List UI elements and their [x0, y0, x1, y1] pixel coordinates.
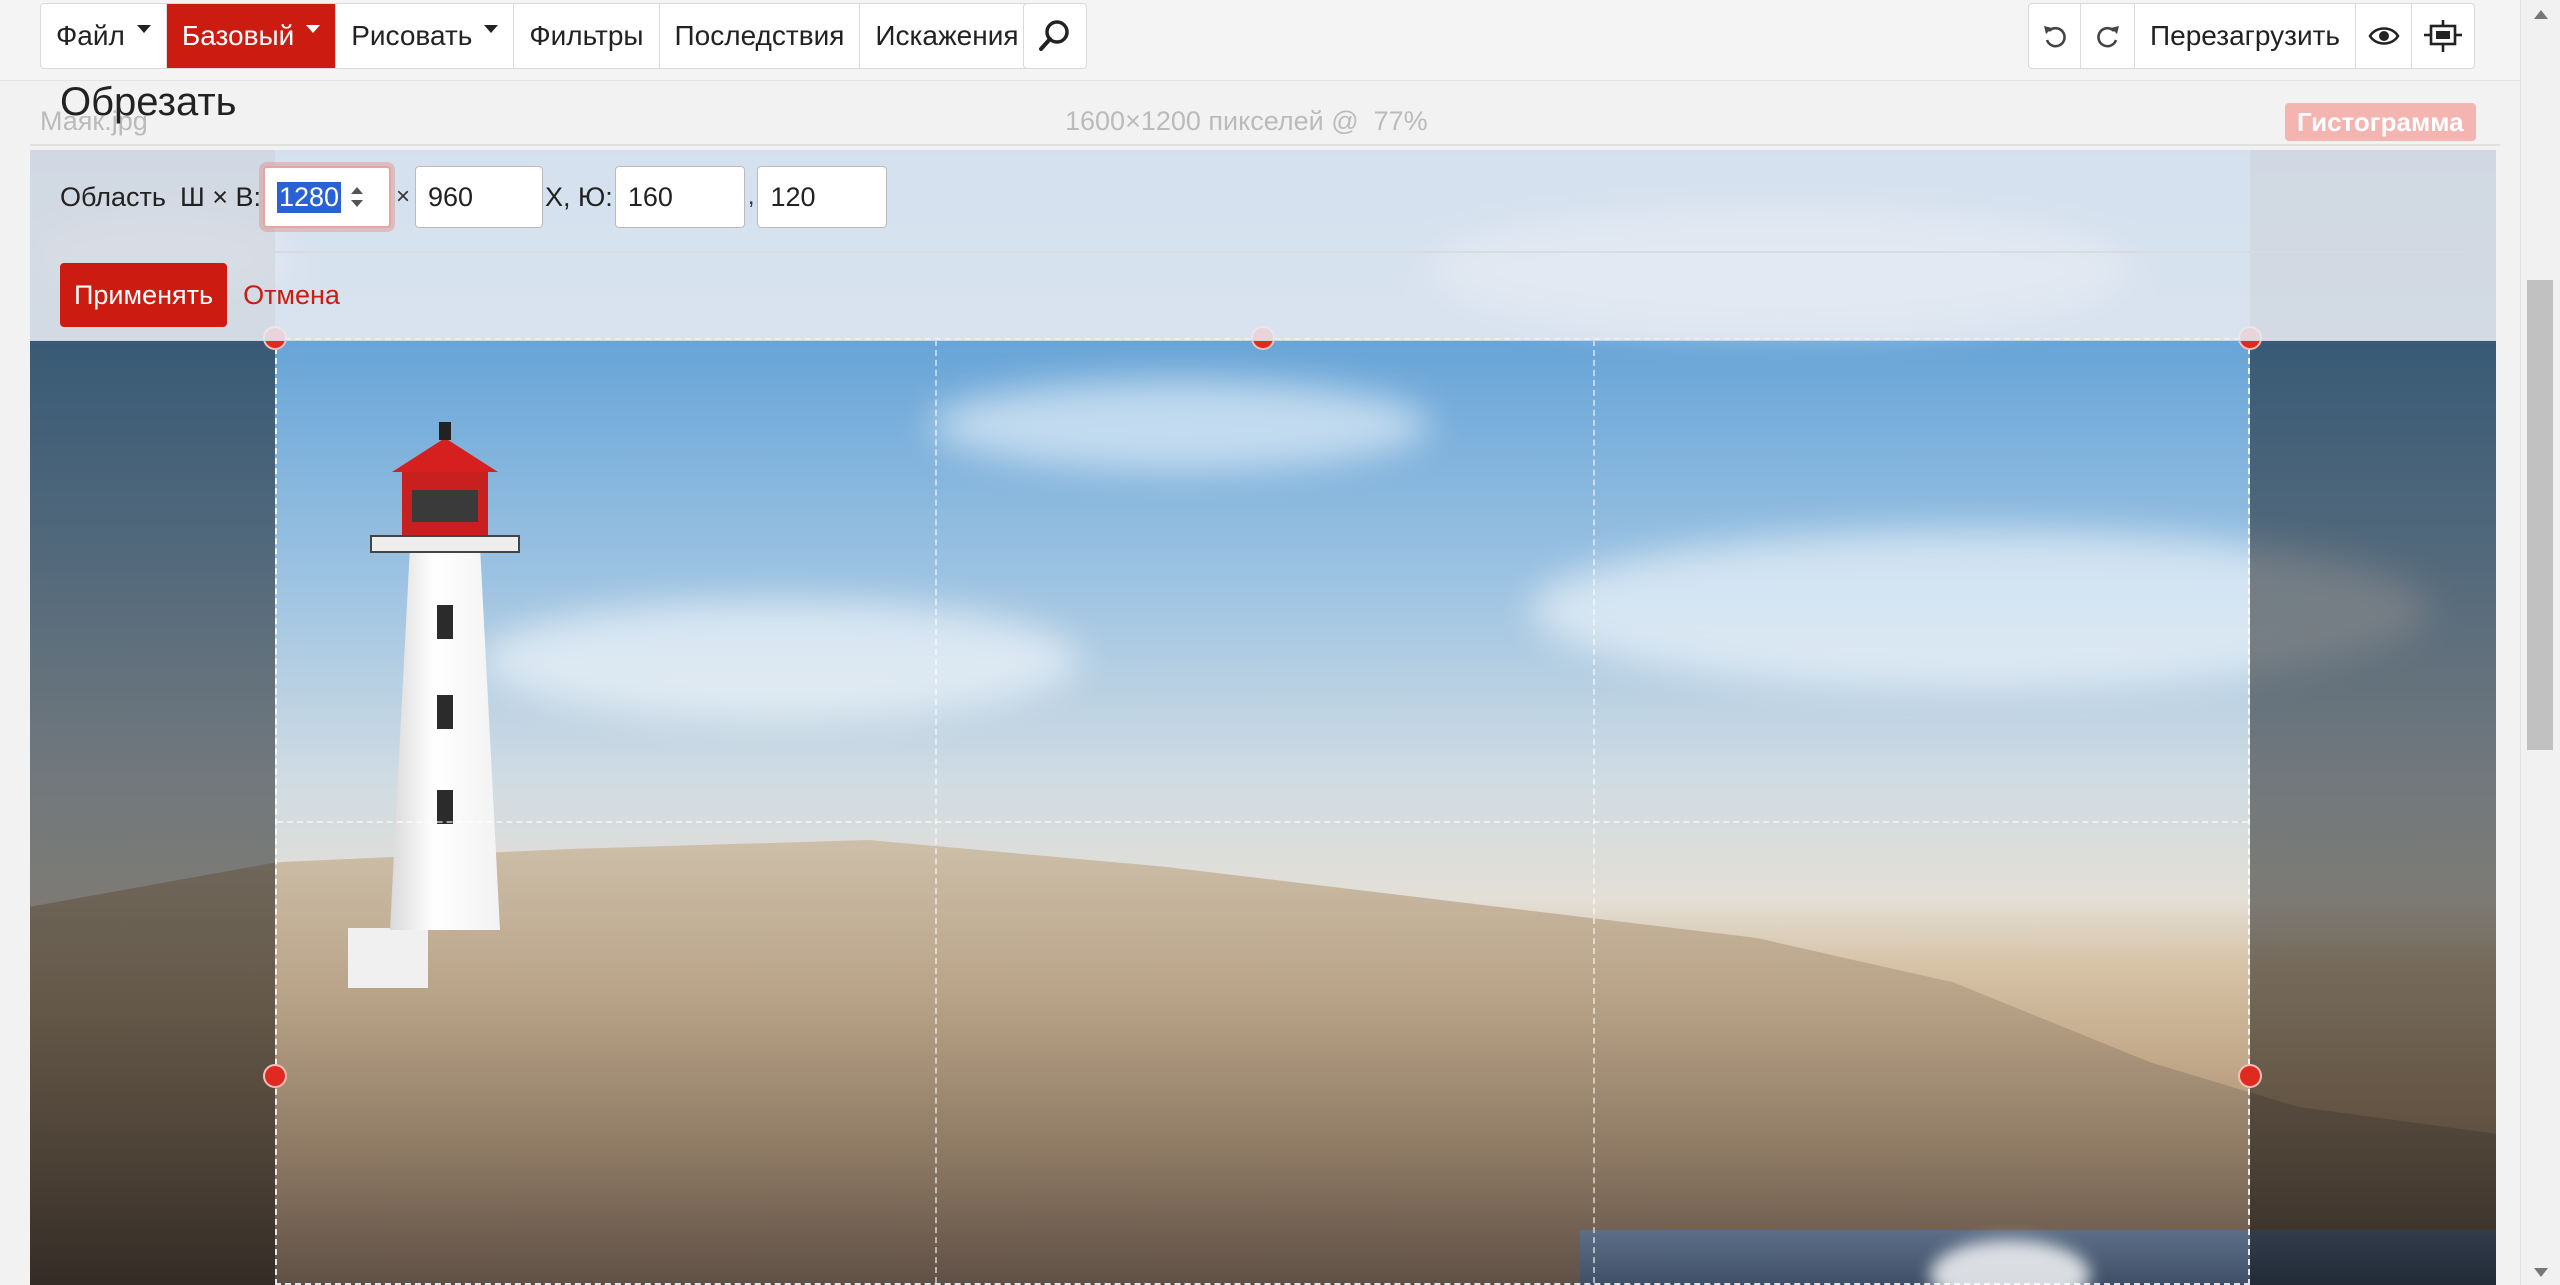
menu-effects[interactable]: Последствия	[660, 4, 861, 68]
right-toolbar: Перезагрузить	[2028, 3, 2475, 69]
undo-button[interactable]	[2029, 4, 2081, 68]
scroll-up-icon[interactable]	[2534, 10, 2548, 19]
crop-handle-left[interactable]	[263, 1064, 287, 1088]
chevron-down-icon	[484, 25, 499, 33]
image-dimensions: 1600×1200 пикселей @ 77%	[1065, 106, 1428, 137]
menu-draw-label: Рисовать	[351, 20, 473, 51]
eye-icon	[2367, 27, 2400, 45]
crop-width-input[interactable]: 1280	[263, 166, 391, 228]
crop-height-input[interactable]: 960	[415, 166, 544, 228]
width-height-label: Ш × В:	[179, 181, 261, 212]
menu-file-label: Файл	[56, 20, 125, 51]
crop-selection[interactable]	[275, 338, 2250, 1285]
spinner-up-icon	[351, 187, 364, 194]
search-group	[1023, 3, 1087, 69]
chevron-down-icon	[306, 25, 321, 33]
fit-screen-icon	[2424, 20, 2462, 52]
spinner-down-icon	[351, 200, 364, 207]
fit-screen-button[interactable]	[2412, 4, 2474, 68]
area-label: Область	[60, 181, 166, 212]
crop-handle-right[interactable]	[2238, 1064, 2262, 1088]
spinner-icon[interactable]	[351, 187, 364, 207]
crop-x-input[interactable]: 160	[614, 166, 745, 228]
preview-button[interactable]	[2356, 4, 2412, 68]
menu-basic-label: Базовый	[181, 20, 295, 51]
menu-draw[interactable]: Рисовать	[336, 4, 515, 68]
crop-y-input[interactable]: 120	[757, 166, 888, 228]
scrollbar-thumb[interactable]	[2527, 280, 2553, 750]
crop-x-value: 160	[627, 181, 673, 212]
histogram-button[interactable]: Гистограмма	[2285, 103, 2476, 141]
crop-grid-line	[935, 340, 937, 1283]
menu-distortions-label: Искажения	[875, 20, 1019, 51]
undo-icon	[2043, 26, 2066, 48]
crop-panel: Область Ш × В: 1280 × 960 X, Ю: 160 , 12…	[30, 150, 2496, 341]
main-menu: Файл Базовый Рисовать Фильтры Последстви…	[40, 3, 1035, 69]
menu-filters[interactable]: Фильтры	[514, 4, 660, 68]
crop-fields-row: Область Ш × В: 1280 × 960 X, Ю: 160 , 12…	[60, 164, 888, 230]
crop-width-value: 1280	[277, 181, 342, 213]
cancel-link[interactable]: Отмена	[243, 280, 340, 311]
crop-actions-row: Применять Отмена	[60, 263, 340, 327]
comma-sign: ,	[747, 183, 755, 210]
menu-effects-label: Последствия	[674, 20, 845, 51]
x-y-label: X, Ю:	[545, 181, 613, 212]
reload-button[interactable]: Перезагрузить	[2135, 4, 2356, 68]
apply-button[interactable]: Применять	[60, 263, 228, 327]
crop-height-value: 960	[428, 181, 474, 212]
menu-filters-label: Фильтры	[529, 20, 644, 51]
chevron-down-icon	[136, 25, 151, 33]
divider	[60, 251, 2466, 253]
page-title: Обрезать	[60, 80, 237, 124]
search-button[interactable]	[1024, 4, 1086, 68]
menu-basic[interactable]: Базовый	[166, 4, 337, 68]
redo-button[interactable]	[2081, 4, 2135, 68]
image-info-bar: Маяк.jpg 1600×1200 пикселей @ 77% Гистог…	[30, 92, 2500, 146]
scroll-down-icon[interactable]	[2534, 1268, 2548, 1277]
crop-grid-line	[1593, 340, 1595, 1283]
zoom-level: 77%	[1373, 106, 1428, 136]
search-icon	[1039, 20, 1069, 51]
reload-label: Перезагрузить	[2150, 20, 2340, 51]
dimensions-text: 1600×1200 пикселей @	[1065, 106, 1359, 136]
crop-y-value: 120	[770, 181, 816, 212]
menu-distortions[interactable]: Искажения	[860, 4, 1033, 68]
top-menu-bar: Файл Базовый Рисовать Фильтры Последстви…	[0, 0, 2520, 81]
redo-icon	[2096, 26, 2119, 48]
menu-file[interactable]: Файл	[41, 4, 167, 68]
crop-grid-line	[277, 821, 2248, 823]
times-sign: ×	[396, 183, 411, 210]
